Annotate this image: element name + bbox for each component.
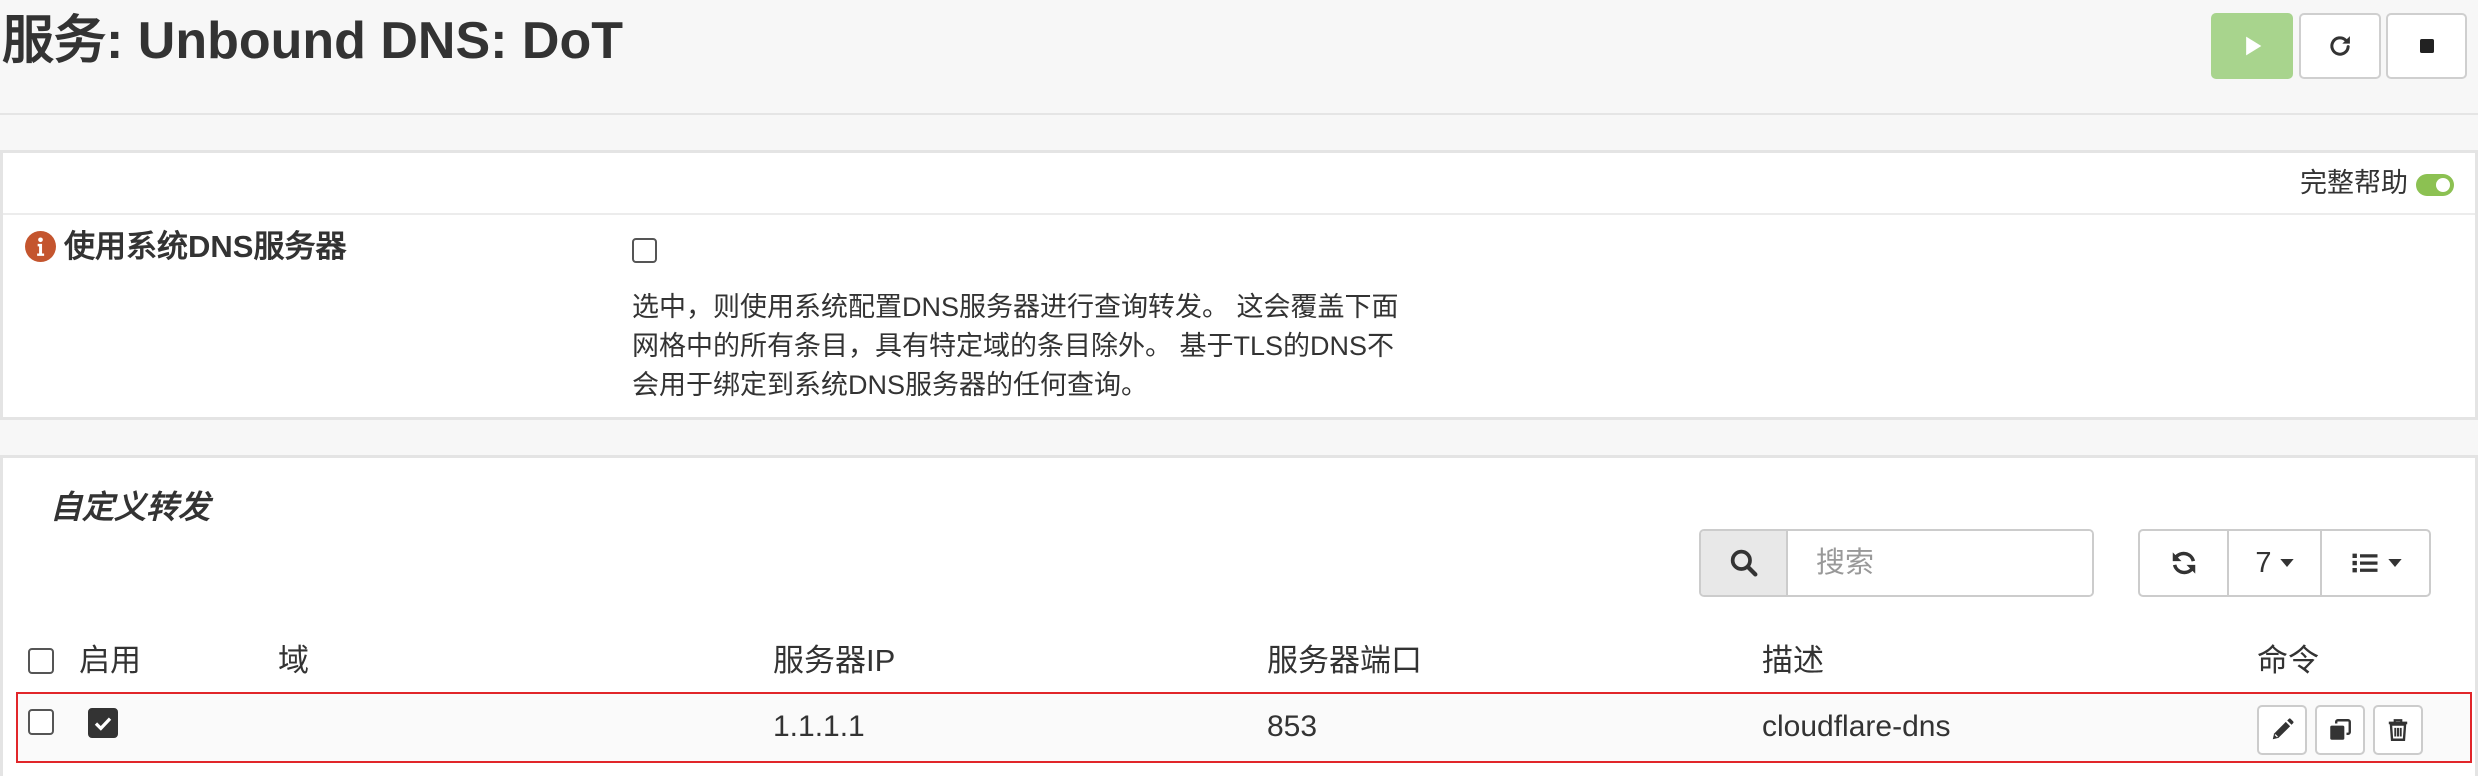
refresh-icon	[2172, 551, 2195, 575]
row-select-checkbox[interactable]	[28, 709, 54, 735]
column-header-commands: 命令	[2257, 643, 2319, 678]
caret-down-icon	[2279, 559, 2294, 567]
help-text-line: 选中，则使用系统配置DNS服务器进行查询转发。 这会覆盖下面	[632, 292, 1399, 322]
clone-button[interactable]	[2315, 705, 2365, 755]
header-divider	[0, 113, 2478, 115]
column-header-server-port[interactable]: 服务器端口	[1267, 641, 1422, 681]
play-icon	[2246, 36, 2262, 56]
grid-toolbar: 7	[2138, 529, 2431, 597]
start-service-button[interactable]	[2211, 13, 2293, 79]
checkmark-icon	[94, 717, 112, 731]
page-size-value: 7	[2255, 546, 2272, 579]
list-icon	[2352, 553, 2377, 573]
cell-description: cloudflare-dns	[1762, 710, 1951, 743]
stop-service-button[interactable]	[2386, 13, 2467, 79]
cell-server-ip: 1.1.1.1	[773, 710, 865, 743]
search-box	[1699, 529, 2094, 597]
full-help-label: 完整帮助	[2300, 168, 2408, 198]
column-header-server-ip[interactable]: 服务器IP	[773, 641, 895, 681]
search-icon	[1730, 549, 1757, 577]
reload-icon	[2330, 36, 2350, 56]
page-size-dropdown[interactable]: 7	[2229, 531, 2322, 595]
column-header-description[interactable]: 描述	[1762, 641, 1824, 681]
help-row: 完整帮助	[3, 153, 2475, 215]
edit-button[interactable]	[2257, 705, 2307, 755]
page-title: 服务: Unbound DNS: DoT	[2, 12, 623, 70]
info-icon[interactable]	[25, 231, 56, 262]
search-input[interactable]	[1788, 531, 2092, 595]
delete-icon	[2388, 719, 2408, 741]
row-enabled-checkbox[interactable]	[88, 708, 118, 738]
custom-forwarding-panel: 自定义转发 7 启用 域 服务器IP 服务器端口 描述 命令	[0, 455, 2478, 776]
use-system-dns-checkbox[interactable]	[632, 238, 657, 263]
select-all-checkbox[interactable]	[28, 648, 54, 674]
cell-server-port: 853	[1267, 710, 1318, 743]
search-addon	[1701, 531, 1788, 595]
use-system-dns-help: 选中，则使用系统配置DNS服务器进行查询转发。 这会覆盖下面 网格中的所有条目，…	[632, 288, 1399, 405]
delete-button[interactable]	[2373, 705, 2423, 755]
full-help-toggle[interactable]	[2416, 174, 2454, 196]
column-header-domain[interactable]: 域	[278, 641, 309, 681]
use-system-dns-label: 使用系统DNS服务器	[64, 229, 347, 264]
columns-dropdown[interactable]	[2322, 531, 2429, 595]
toggle-knob	[2436, 178, 2450, 192]
help-text-line: 网格中的所有条目，具有特定域的条目除外。 基于TLS的DNS不	[632, 331, 1395, 361]
copy-icon	[2330, 719, 2351, 740]
column-header-enabled[interactable]: 启用	[79, 641, 141, 681]
general-settings-panel: 完整帮助 使用系统DNS服务器 选中，则使用系统配置DNS服务器进行查询转发。 …	[0, 150, 2478, 420]
restart-service-button[interactable]	[2299, 13, 2381, 79]
help-text-line: 会用于绑定到系统DNS服务器的任何查询。	[632, 370, 1149, 400]
edit-icon	[2272, 718, 2294, 740]
section-title: 自定义转发	[50, 489, 211, 525]
table-row[interactable]: 1.1.1.1 853 cloudflare-dns	[16, 692, 2472, 763]
stop-icon	[2419, 39, 2434, 53]
refresh-button[interactable]	[2140, 531, 2229, 595]
caret-down-icon	[2387, 559, 2402, 567]
